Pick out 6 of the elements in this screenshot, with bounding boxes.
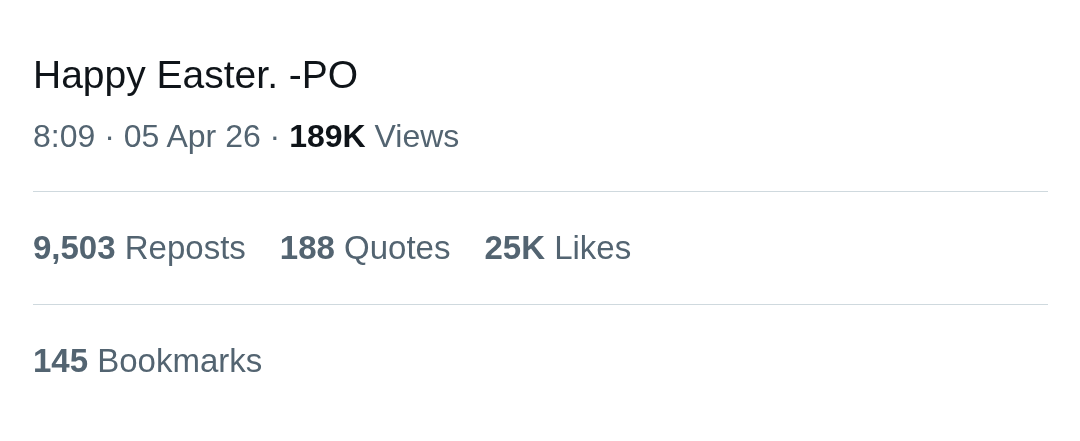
post-meta: 8:09 · 05 Apr 26 · 189K Views — [33, 116, 461, 156]
stat-link[interactable]: 188 Quotes — [279, 228, 451, 268]
post-text: Happy Easter. -PO — [33, 52, 360, 98]
stat-link[interactable]: 25K Likes — [484, 228, 632, 268]
stat-link[interactable]: 145 Bookmarks — [33, 340, 263, 381]
stat-link[interactable]: 9,503 Reposts — [33, 228, 246, 268]
